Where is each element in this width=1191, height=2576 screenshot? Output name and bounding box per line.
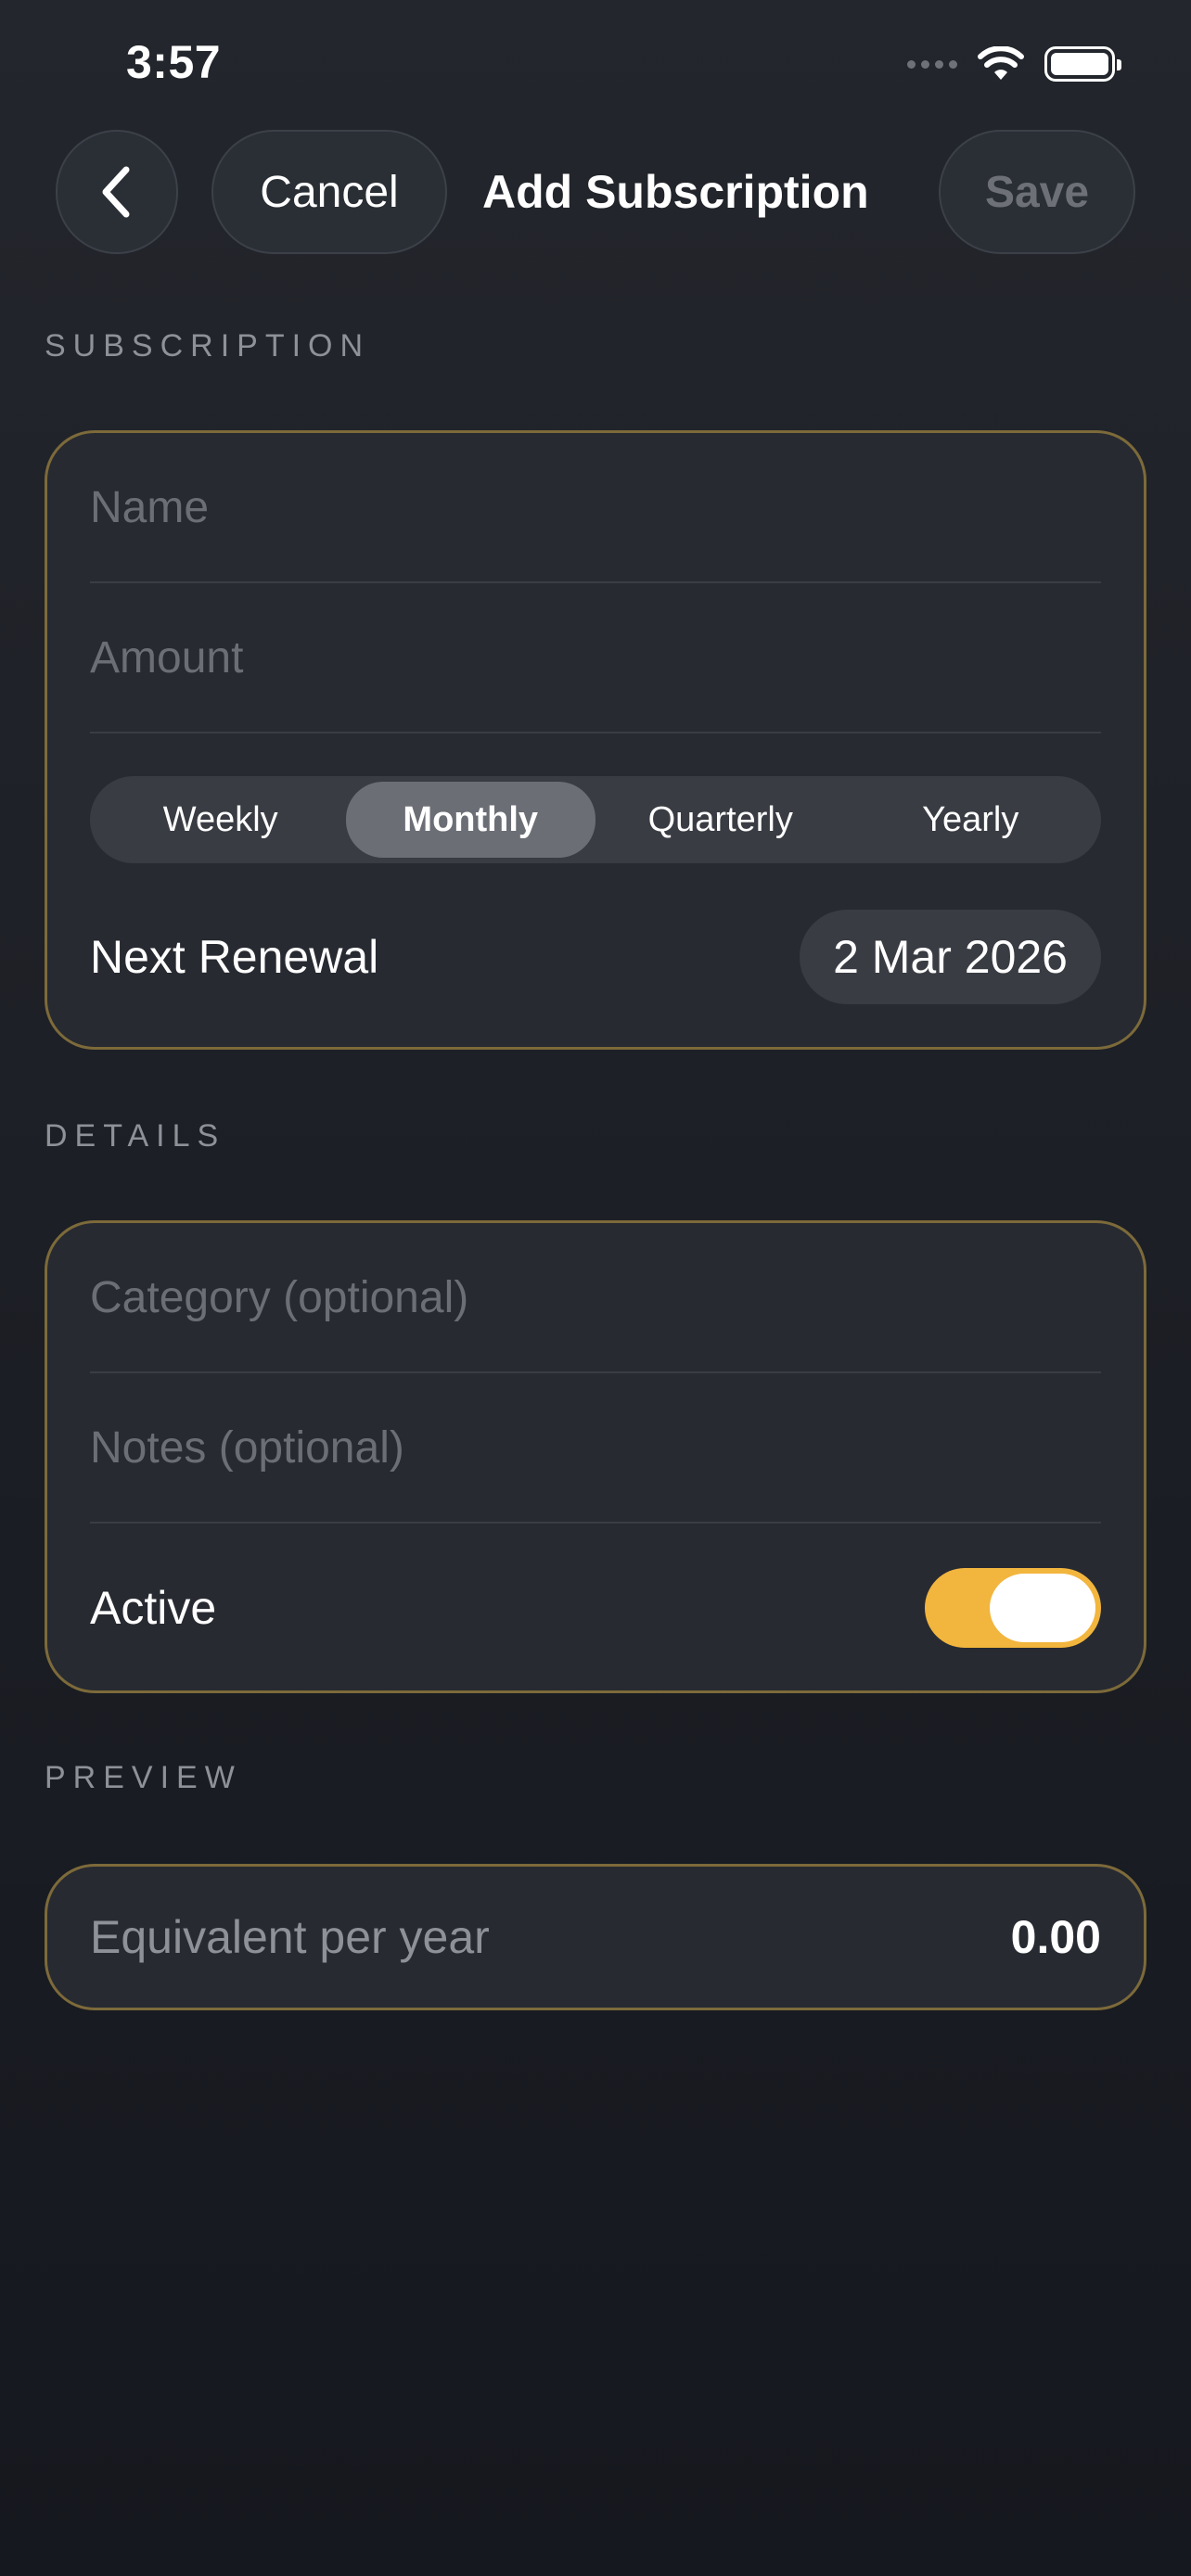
next-renewal-row: Next Renewal 2 Mar 2026 xyxy=(90,910,1101,1004)
section-label-details: DETAILS xyxy=(45,1118,226,1154)
equivalent-label: Equivalent per year xyxy=(90,1911,490,1963)
active-toggle[interactable] xyxy=(925,1568,1101,1648)
toggle-knob xyxy=(990,1574,1095,1642)
section-label-preview: PREVIEW xyxy=(45,1760,242,1795)
cancel-button[interactable]: Cancel xyxy=(211,130,447,254)
next-renewal-date-picker[interactable]: 2 Mar 2026 xyxy=(800,910,1101,1004)
add-subscription-screen: 3:57 Cancel Add Subscription Save SUBSCR… xyxy=(0,0,1191,2576)
nav-bar: Cancel Add Subscription Save xyxy=(0,130,1191,254)
frequency-segmented-control: Weekly Monthly Quarterly Yearly xyxy=(90,776,1101,863)
frequency-option-quarterly[interactable]: Quarterly xyxy=(596,782,846,858)
battery-icon xyxy=(1044,46,1121,82)
back-button[interactable] xyxy=(56,130,178,254)
page-title: Add Subscription xyxy=(482,166,869,218)
name-field-row xyxy=(90,433,1101,583)
category-field-row xyxy=(90,1223,1101,1373)
amount-input[interactable] xyxy=(90,631,1101,683)
category-input[interactable] xyxy=(90,1271,1101,1323)
chevron-left-icon xyxy=(102,166,130,218)
save-button[interactable]: Save xyxy=(939,130,1135,254)
amount-field-row xyxy=(90,583,1101,733)
name-input[interactable] xyxy=(90,481,1101,533)
preview-card: Equivalent per year 0.00 xyxy=(45,1864,1146,2010)
active-row: Active xyxy=(90,1568,1101,1648)
status-icons xyxy=(907,46,1121,82)
frequency-option-monthly[interactable]: Monthly xyxy=(345,782,596,858)
subscription-card: Weekly Monthly Quarterly Yearly Next Ren… xyxy=(45,430,1146,1050)
frequency-option-yearly[interactable]: Yearly xyxy=(846,782,1096,858)
equivalent-value: 0.00 xyxy=(1010,1911,1101,1963)
signal-icon xyxy=(907,59,957,69)
next-renewal-label: Next Renewal xyxy=(90,931,379,983)
status-time: 3:57 xyxy=(126,36,222,88)
equivalent-row: Equivalent per year 0.00 xyxy=(90,1867,1101,2008)
section-label-subscription: SUBSCRIPTION xyxy=(45,328,371,363)
wifi-icon xyxy=(978,46,1024,80)
notes-field-row xyxy=(90,1373,1101,1524)
frequency-option-weekly[interactable]: Weekly xyxy=(96,782,346,858)
active-label: Active xyxy=(90,1582,217,1634)
details-card: Active xyxy=(45,1220,1146,1693)
notes-input[interactable] xyxy=(90,1422,1101,1473)
